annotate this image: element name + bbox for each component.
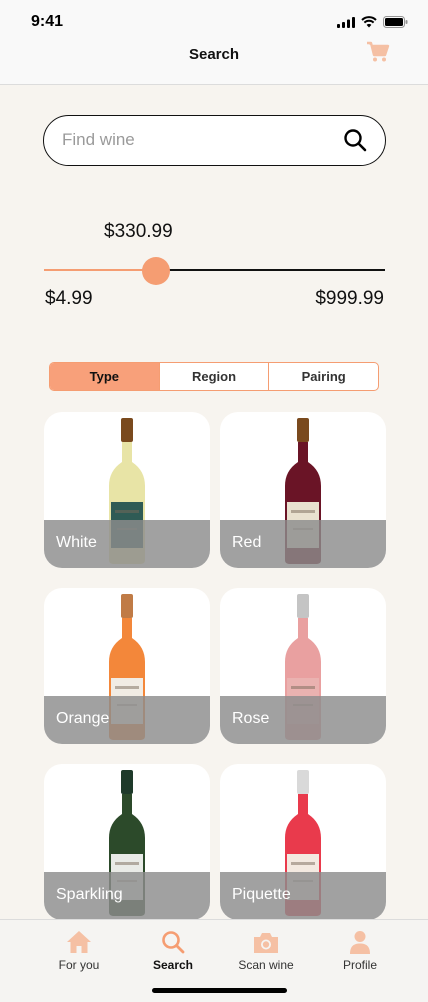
cart-icon[interactable] (366, 41, 390, 63)
wine-type-card-piquette[interactable]: Piquette (220, 764, 386, 920)
wine-type-card-rose[interactable]: Rose (220, 588, 386, 744)
wine-type-grid: White Red Orange Rose Sparkling Piquette (44, 412, 386, 920)
slider-fill (44, 269, 156, 271)
status-bar: 9:41 (0, 0, 428, 44)
person-icon (350, 931, 370, 954)
tab-search[interactable]: Search (128, 928, 218, 972)
wine-type-label: Sparkling (56, 886, 123, 903)
status-icons (337, 16, 408, 28)
search-field[interactable] (43, 115, 386, 166)
tab-profile[interactable]: Profile (315, 928, 405, 972)
tab-label: Profile (342, 958, 377, 972)
filter-tab-region[interactable]: Region (158, 363, 269, 390)
filter-segmented-control: Type Region Pairing (49, 362, 379, 391)
status-time: 9:41 (31, 13, 64, 30)
price-max-value: $999.99 (315, 288, 384, 309)
battery-icon (383, 16, 408, 28)
price-current-value: $330.99 (104, 221, 173, 242)
signal-icon (337, 16, 355, 28)
filter-tab-pairing[interactable]: Pairing (268, 363, 378, 390)
home-indicator (152, 988, 287, 993)
page-title: Search (188, 46, 240, 63)
filter-tab-type[interactable]: Type (50, 363, 159, 390)
navigation-bar: Search (0, 41, 428, 85)
tab-scan-wine[interactable]: Scan wine (221, 928, 311, 972)
wine-type-label: Red (232, 534, 262, 551)
tab-label: For you (58, 958, 100, 972)
tab-for-you[interactable]: For you (34, 928, 124, 972)
house-icon (67, 931, 91, 953)
wine-type-label: Orange (56, 710, 110, 727)
price-slider[interactable] (44, 257, 385, 285)
wine-type-label: White (56, 534, 97, 551)
search-icon (162, 931, 185, 954)
wine-type-label: Piquette (232, 886, 291, 903)
search-icon[interactable] (343, 128, 367, 152)
slider-thumb[interactable] (141, 257, 170, 285)
camera-icon (254, 933, 278, 953)
tab-label: Scan wine (238, 958, 294, 972)
wifi-icon (361, 16, 377, 28)
wine-type-card-sparkling[interactable]: Sparkling (44, 764, 210, 920)
wine-type-card-orange[interactable]: Orange (44, 588, 210, 744)
price-min-value: $4.99 (45, 288, 93, 309)
tab-label: Search (152, 958, 194, 972)
wine-type-card-red[interactable]: Red (220, 412, 386, 568)
wine-type-label: Rose (232, 710, 270, 727)
search-input[interactable] (62, 116, 332, 164)
wine-type-card-white[interactable]: White (44, 412, 210, 568)
